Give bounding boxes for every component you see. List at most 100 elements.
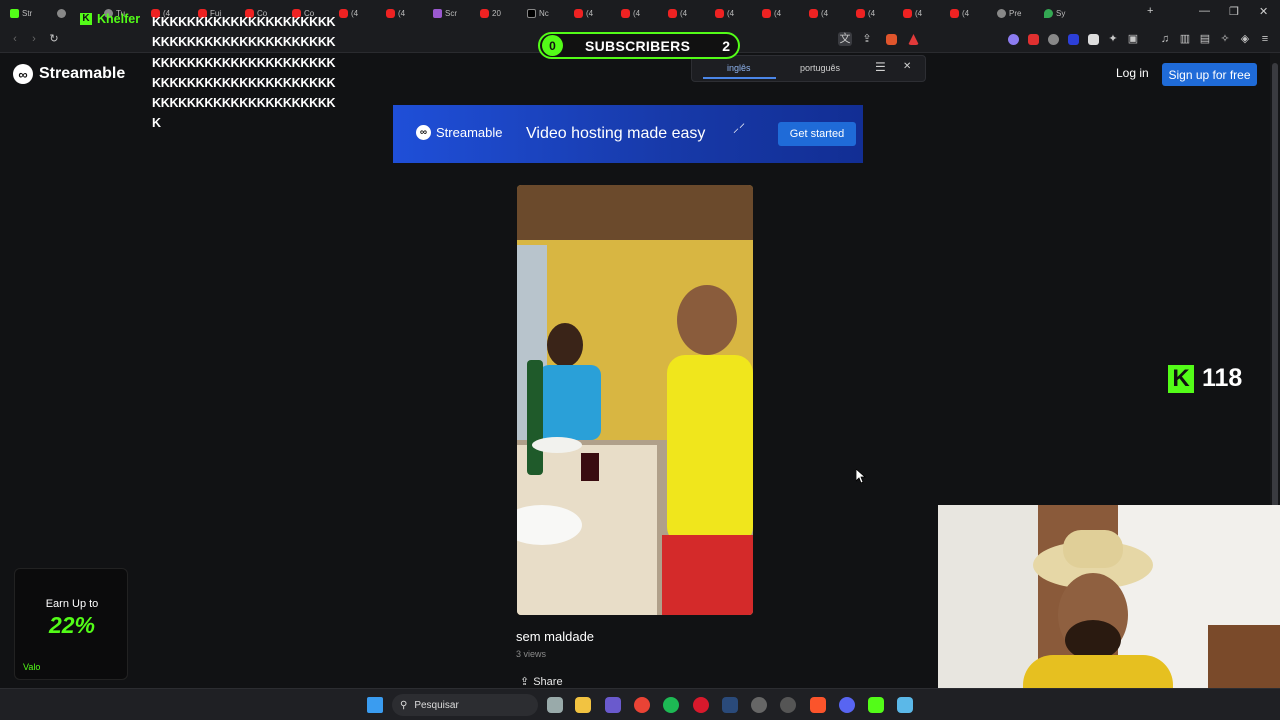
browser-tab[interactable]: (4: [386, 4, 424, 23]
youtube-icon: [856, 9, 865, 18]
login-link[interactable]: Log in: [1116, 66, 1149, 80]
browser-tab[interactable]: Str: [10, 4, 48, 23]
notepad-icon[interactable]: [897, 697, 913, 713]
browser-tab-label: Pre: [1009, 9, 1022, 18]
share-page-icon[interactable]: ⇪: [860, 32, 874, 46]
youtube-icon: [809, 9, 818, 18]
tab-target-language[interactable]: português: [800, 63, 840, 73]
streamable-logo-icon: ∞: [13, 64, 33, 84]
share-button[interactable]: ⇪ Share: [520, 675, 563, 689]
video-frame: [517, 185, 753, 615]
close-window-icon[interactable]: ✕: [1259, 5, 1268, 18]
tab-source-language[interactable]: inglês: [727, 63, 751, 73]
x-icon: [527, 9, 536, 18]
browser-tab[interactable]: (4: [856, 4, 894, 23]
video-player[interactable]: [517, 185, 753, 615]
puzzle-icon[interactable]: ✦: [1106, 32, 1120, 46]
sparkle-icon: ⸝⸍: [733, 121, 746, 135]
browser-tab-label: Str: [22, 9, 33, 18]
browser-tab[interactable]: Pre: [997, 4, 1035, 23]
browser-tab[interactable]: (4: [574, 4, 612, 23]
youtube-icon: [715, 9, 724, 18]
get-started-button[interactable]: Get started: [778, 122, 856, 146]
translate-close-icon[interactable]: ✕: [903, 61, 911, 72]
leo-icon[interactable]: ✧: [1218, 32, 1232, 46]
signup-button[interactable]: Sign up for free: [1162, 63, 1257, 86]
kick-app-icon[interactable]: [868, 697, 884, 713]
spotify-icon[interactable]: [663, 697, 679, 713]
browser-tab[interactable]: (4: [339, 4, 377, 23]
youtube-icon: [386, 9, 395, 18]
app-icon[interactable]: [780, 697, 796, 713]
browser-tab[interactable]: (4: [668, 4, 706, 23]
translate-icon[interactable]: 文: [838, 32, 852, 46]
subscriber-counter: 0 SUBSCRIBERS 2: [538, 32, 740, 59]
browser-tab-label: (4: [586, 9, 594, 18]
browser-tab-label: (4: [821, 9, 829, 18]
earn-brand: Valo: [23, 662, 41, 672]
wallet-icon[interactable]: ▤: [1198, 32, 1212, 46]
browser-tab-label: (4: [774, 9, 782, 18]
browser-tab[interactable]: Nc: [527, 4, 565, 23]
browser-tab[interactable]: (4: [903, 4, 941, 23]
browser-tab[interactable]: Scr: [433, 4, 471, 23]
browser-tab-label: (4: [398, 9, 406, 18]
browser-tab-label: 20: [492, 9, 501, 18]
back-icon[interactable]: ‹: [8, 32, 22, 46]
task-view-icon[interactable]: [547, 697, 563, 713]
extension-icon[interactable]: [1048, 34, 1059, 45]
new-tab-button[interactable]: +: [1147, 5, 1153, 17]
youtube-icon: [668, 9, 677, 18]
windows-start-icon[interactable]: [367, 697, 383, 713]
opera-icon[interactable]: [693, 697, 709, 713]
app-icon[interactable]: [751, 697, 767, 713]
minimize-icon[interactable]: —: [1199, 5, 1210, 17]
restore-icon[interactable]: ❐: [1229, 5, 1239, 18]
browser-tab[interactable]: 20: [480, 4, 518, 23]
extension-icon[interactable]: [1008, 34, 1019, 45]
taskbar-search[interactable]: ⚲ Pesquisar: [392, 694, 538, 716]
forward-icon[interactable]: ›: [27, 32, 41, 46]
subscriber-count-left: 0: [542, 35, 563, 56]
youtube-icon: [480, 9, 489, 18]
browser-tab-label: (4: [727, 9, 735, 18]
maps-icon: [1044, 9, 1053, 18]
brave-shield-icon[interactable]: [886, 34, 897, 45]
search-placeholder: Pesquisar: [414, 699, 459, 711]
viewer-count-value: 118: [1202, 364, 1243, 392]
browser-tab[interactable]: (4: [950, 4, 988, 23]
banner-tagline: Video hosting made easy: [526, 125, 706, 142]
screenshot-icon[interactable]: ▣: [1126, 32, 1140, 46]
browser-tab[interactable]: Sy: [1044, 4, 1082, 23]
sidebar-icon[interactable]: ▥: [1178, 32, 1192, 46]
browser-tab[interactable]: (4: [762, 4, 800, 23]
brave-rewards-icon[interactable]: [908, 34, 919, 45]
reload-icon[interactable]: ↻: [47, 32, 61, 46]
browser-tab-label: (4: [680, 9, 688, 18]
app-grid-icon[interactable]: [605, 697, 621, 713]
viewer-count: K 118: [1168, 364, 1242, 393]
chat-username-text: Khelfer: [97, 12, 141, 26]
extension-icon[interactable]: [1028, 34, 1039, 45]
menu-icon[interactable]: ≡: [1258, 32, 1272, 46]
browser-tab[interactable]: (4: [715, 4, 753, 23]
steam-icon[interactable]: [722, 697, 738, 713]
mouse-cursor-icon: [856, 469, 866, 483]
streamable-logo[interactable]: ∞ Streamable: [13, 64, 125, 84]
translate-menu-icon[interactable]: ☰: [875, 60, 886, 74]
extension-icon[interactable]: [1068, 34, 1079, 45]
streamable-logo-icon: ∞: [416, 125, 431, 140]
earn-percent: 22%: [48, 612, 96, 638]
promo-banner[interactable]: ∞ Streamable Video hosting made easy ⸝⸍ …: [393, 105, 863, 163]
file-explorer-icon[interactable]: [575, 697, 591, 713]
search-icon: ⚲: [400, 699, 408, 711]
brave-icon[interactable]: [810, 697, 826, 713]
extension-icon[interactable]: [1088, 34, 1099, 45]
vpn-icon[interactable]: ◈: [1238, 32, 1252, 46]
browser-tab[interactable]: (4: [621, 4, 659, 23]
chat-message: KKKKKKKKKKKKKKKKKKKKKKKKKKKKKKKKKKKKKKKK…: [152, 15, 336, 131]
browser-tab[interactable]: (4: [809, 4, 847, 23]
chrome-icon[interactable]: [634, 697, 650, 713]
discord-icon[interactable]: [839, 697, 855, 713]
music-icon[interactable]: ♫: [1158, 32, 1172, 46]
